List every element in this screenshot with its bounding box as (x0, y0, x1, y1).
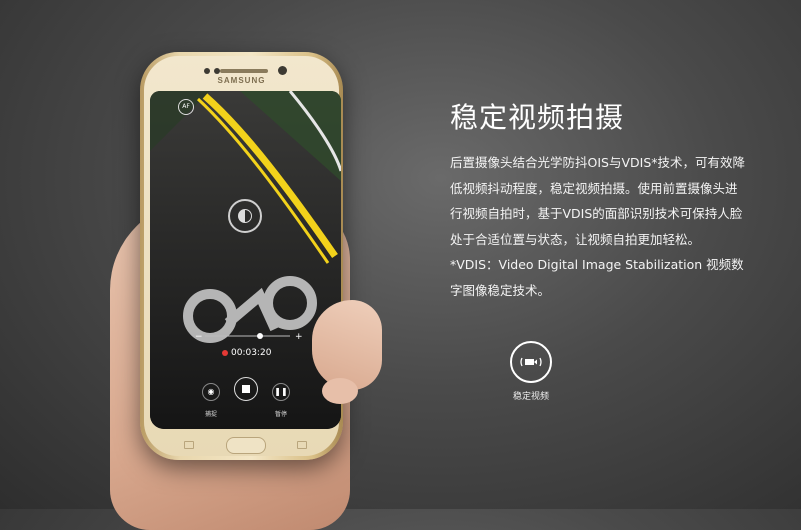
af-badge[interactable]: AF (178, 99, 194, 115)
contrast-icon (238, 209, 252, 223)
description-line: 行视频自拍时，基于VDIS的面部识别技术可保持人脸 (450, 206, 743, 221)
home-button[interactable] (226, 437, 266, 454)
stop-icon (242, 385, 250, 393)
back-key[interactable] (297, 441, 307, 449)
focus-circle[interactable] (228, 199, 262, 233)
phone-bezel: SAMSUNG + − AF 00:03:20 ◉ 捕捉 ❚❚ 暂停 (144, 56, 341, 456)
thumb (312, 300, 382, 390)
camera-icon: ◉ (202, 383, 220, 401)
phone-screen: + − AF 00:03:20 ◉ 捕捉 ❚❚ 暂停 (150, 91, 341, 429)
sensor-dot (214, 68, 220, 74)
brand-logo: SAMSUNG (217, 76, 266, 85)
svg-text:−: − (195, 332, 203, 342)
description-paragraph: 后置摄像头结合光学防抖OIS与VDIS*技术，可有效降 低视频抖动程度，稳定视频… (450, 150, 785, 303)
page-title: 稳定视频拍摄 (450, 101, 625, 134)
sensor-dot (204, 68, 210, 74)
video-stabilization-icon (510, 341, 552, 383)
stop-button[interactable] (234, 377, 258, 401)
capture-button[interactable]: ◉ 捕捉 (202, 383, 220, 420)
phone: SAMSUNG + − AF 00:03:20 ◉ 捕捉 ❚❚ 暂停 (140, 52, 343, 460)
front-camera (278, 66, 287, 75)
fingertip (322, 378, 358, 404)
svg-text:+: + (295, 332, 303, 342)
pause-icon: ❚❚ (272, 383, 290, 401)
description-line: 处于合适位置与状态，让视频自拍更加轻松。 (450, 231, 701, 247)
record-dot-icon (222, 349, 228, 356)
speaker-grille (220, 69, 268, 73)
description-line: 字图像稳定技术。 (450, 282, 551, 298)
feature-description: 稳定视频拍摄 后置摄像头结合光学防抖OIS与VDIS*技术，可有效降 低视频抖动… (450, 100, 785, 303)
description-line: *VDIS：Video Digital Image Stabilization … (450, 257, 744, 272)
description-line: 后置摄像头结合光学防抖OIS与VDIS*技术，可有效降 (450, 155, 746, 170)
description-line: 低视频抖动程度，稳定视频拍摄。使用前置摄像头进 (450, 180, 738, 196)
recent-apps-key[interactable] (184, 441, 194, 449)
pause-button[interactable]: ❚❚ 暂停 (272, 383, 290, 420)
recording-timer: 00:03:20 (222, 348, 271, 358)
video-stabilization-feature[interactable]: 稳定视频 (505, 341, 557, 402)
feature-label: 稳定视频 (512, 392, 549, 402)
